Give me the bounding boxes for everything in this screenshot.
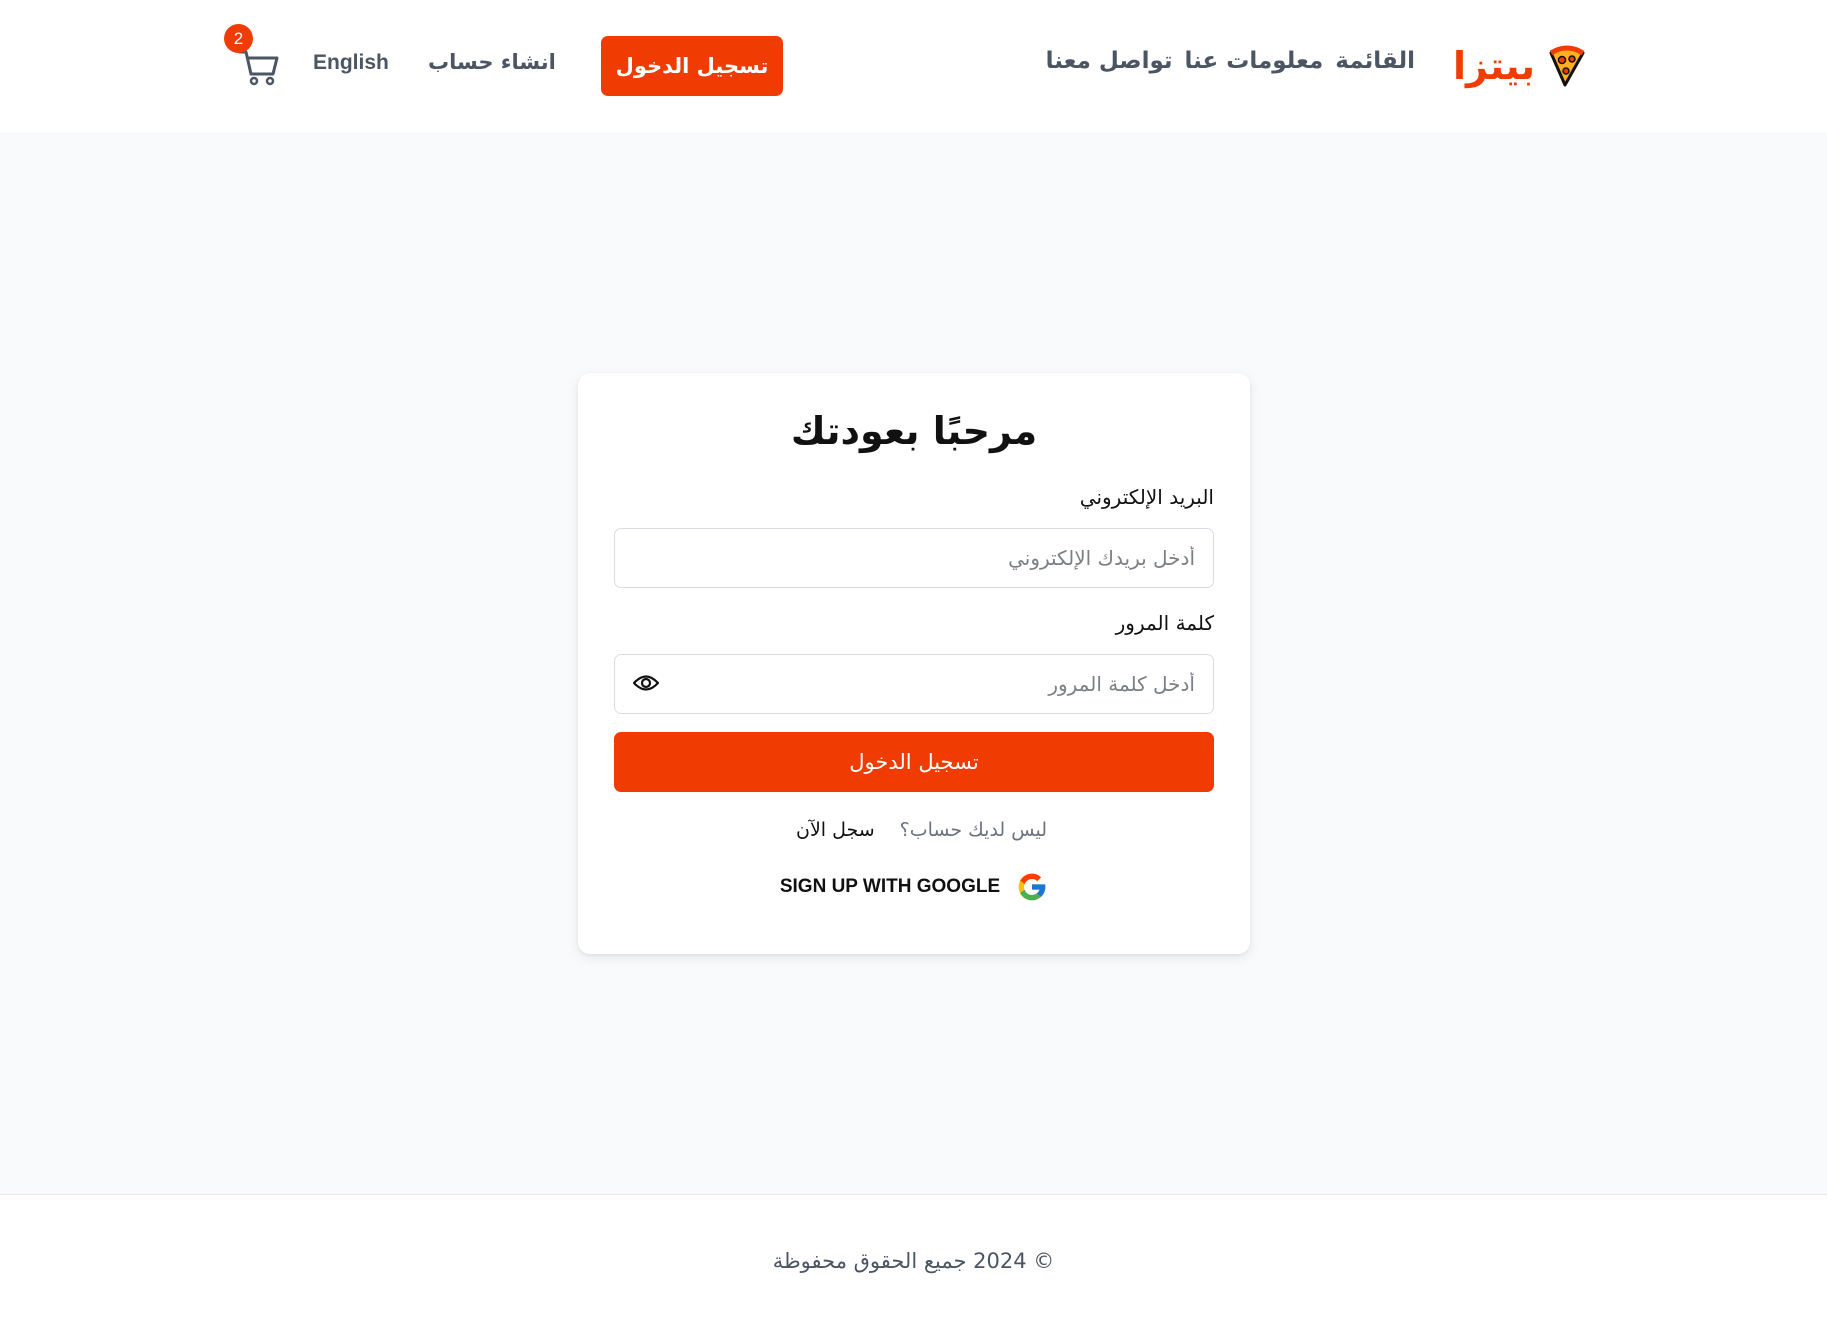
email-label: البريد الإلكتروني <box>1079 485 1214 509</box>
brand[interactable]: بيتزا <box>1453 44 1587 88</box>
brand-name: بيتزا <box>1453 44 1535 88</box>
password-field[interactable] <box>614 654 1214 714</box>
nav-item-menu[interactable]: القائمة <box>1335 48 1415 74</box>
register-now-link[interactable]: سجل الآن <box>796 819 875 841</box>
google-signup-label: SIGN UP WITH GOOGLE <box>779 876 1001 897</box>
site-footer: © 2024 جميع الحقوق محفوظة <box>0 1194 1827 1327</box>
pizza-slice-icon <box>1549 45 1585 87</box>
google-signup-button[interactable]: SIGN UP WITH GOOGLE <box>578 871 1250 903</box>
no-account-text: ليس لديك حساب؟ <box>899 819 1047 841</box>
eye-icon[interactable] <box>633 673 659 693</box>
login-title: مرحبًا بعودتك <box>790 409 1038 453</box>
site-header: بيتزا القائمة معلومات عنا تواصل معنا تسج… <box>0 0 1827 132</box>
main-nav: القائمة معلومات عنا تواصل معنا <box>1046 48 1415 74</box>
password-label: كلمة المرور <box>1115 611 1214 635</box>
email-field[interactable] <box>614 528 1214 588</box>
create-account-link[interactable]: انشاء حساب <box>428 50 556 74</box>
google-icon <box>1018 873 1046 901</box>
cart-count-badge: 2 <box>224 24 253 53</box>
copyright-text: © 2024 جميع الحقوق محفوظة <box>772 1249 1055 1273</box>
nav-item-contact[interactable]: تواصل معنا <box>1046 48 1173 74</box>
login-submit-button[interactable]: تسجيل الدخول <box>614 732 1214 792</box>
nav-item-about[interactable]: معلومات عنا <box>1185 48 1324 74</box>
header-login-button[interactable]: تسجيل الدخول <box>601 36 783 96</box>
login-card: مرحبًا بعودتك البريد الإلكتروني كلمة الم… <box>578 373 1250 954</box>
shopping-cart-icon[interactable] <box>238 46 280 86</box>
language-switch-link[interactable]: English <box>313 51 389 75</box>
